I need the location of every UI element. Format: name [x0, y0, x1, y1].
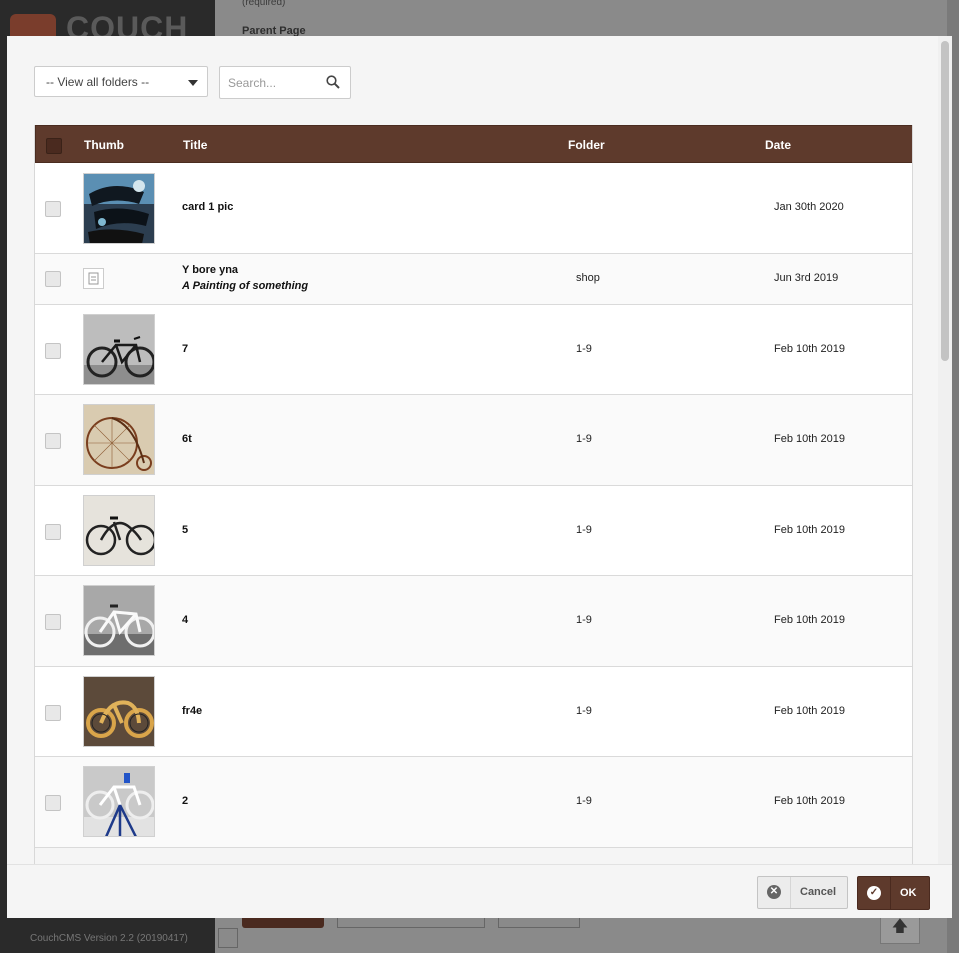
row-checkbox[interactable]: [45, 524, 61, 540]
menu-icon: [218, 928, 238, 948]
media-picker-modal: -- View all folders -- Thumb Title Folde…: [7, 36, 952, 918]
row-date: Feb 10th 2019: [774, 705, 845, 717]
modal-scrollbar[interactable]: [938, 36, 952, 864]
row-title[interactable]: Y bore yna: [182, 264, 238, 276]
row-checkbox[interactable]: [45, 795, 61, 811]
table-row[interactable]: 5 1-9 Feb 10th 2019: [35, 486, 912, 576]
thumbnail[interactable]: [83, 495, 155, 566]
background-button: [337, 918, 485, 928]
row-title[interactable]: 5: [182, 524, 188, 536]
ok-label: OK: [900, 887, 917, 899]
table-row[interactable]: Y bore yna A Painting of something shop …: [35, 254, 912, 305]
row-folder: 1-9: [576, 433, 592, 445]
thumbnail[interactable]: [83, 314, 155, 385]
close-circle-icon: ✕: [767, 885, 781, 899]
row-subtitle: A Painting of something: [182, 280, 309, 292]
select-all-checkbox[interactable]: [46, 138, 62, 154]
background-button: [498, 918, 580, 928]
search-input[interactable]: [220, 67, 328, 98]
ok-icon-box: ✓: [858, 877, 891, 909]
folder-select[interactable]: -- View all folders --: [34, 66, 208, 97]
column-title[interactable]: Title: [183, 138, 207, 152]
check-circle-icon: ✓: [867, 886, 881, 900]
modal-scrollbar-thumb[interactable]: [941, 41, 949, 361]
row-folder: shop: [576, 272, 600, 284]
row-checkbox[interactable]: [45, 433, 61, 449]
thumbnail[interactable]: [83, 585, 155, 656]
background-save-button: [242, 918, 324, 928]
ok-button[interactable]: ✓ OK: [857, 876, 930, 910]
row-folder: 1-9: [576, 614, 592, 626]
row-folder: 1-9: [576, 524, 592, 536]
table-row[interactable]: 2 1-9 Feb 10th 2019: [35, 757, 912, 848]
cancel-icon-box: ✕: [758, 877, 791, 908]
caret-down-icon: [188, 80, 198, 86]
row-date: Feb 10th 2019: [774, 524, 845, 536]
required-note: (required): [242, 0, 286, 8]
row-date: Feb 10th 2019: [774, 795, 845, 807]
row-date: Jan 30th 2020: [774, 201, 844, 213]
row-title[interactable]: 2: [182, 795, 188, 807]
row-checkbox[interactable]: [45, 201, 61, 217]
version-text: CouchCMS Version 2.2 (20190417): [30, 933, 188, 944]
row-folder: 1-9: [576, 343, 592, 355]
row-date: Feb 10th 2019: [774, 433, 845, 445]
table-row[interactable]: 4 1-9 Feb 10th 2019: [35, 576, 912, 667]
row-title[interactable]: 4: [182, 614, 188, 626]
thumbnail[interactable]: [83, 676, 155, 747]
thumbnail[interactable]: [83, 766, 155, 837]
cancel-label: Cancel: [800, 886, 837, 898]
modal-footer: ✕ Cancel ✓ OK: [7, 864, 952, 918]
row-checkbox[interactable]: [45, 343, 61, 359]
row-folder: 1-9: [576, 705, 592, 717]
row-title[interactable]: fr4e: [182, 705, 202, 717]
arrow-up-icon: 🡅: [891, 918, 909, 935]
column-thumb: Thumb: [84, 138, 124, 152]
row-title[interactable]: 7: [182, 343, 188, 355]
column-date[interactable]: Date: [765, 138, 791, 152]
folder-select-value: -- View all folders --: [46, 75, 150, 89]
row-checkbox[interactable]: [45, 705, 61, 721]
table-header: Thumb Title Folder Date: [35, 125, 912, 163]
row-checkbox[interactable]: [45, 614, 61, 630]
thumbnail[interactable]: [83, 173, 155, 244]
search-box: [219, 66, 351, 99]
thumbnail[interactable]: [83, 404, 155, 475]
row-date: Feb 10th 2019: [774, 614, 845, 626]
row-title[interactable]: card 1 pic: [182, 201, 233, 213]
row-checkbox[interactable]: [45, 271, 61, 287]
row-date: Jun 3rd 2019: [774, 272, 839, 284]
table-row[interactable]: 7 1-9 Feb 10th 2019: [35, 305, 912, 395]
row-title[interactable]: 6t: [182, 433, 192, 445]
table-row[interactable]: 6t 1-9 Feb 10th 2019: [35, 395, 912, 486]
media-table: Thumb Title Folder Date card 1 pic Jan 3…: [34, 125, 913, 864]
file-placeholder-icon[interactable]: [83, 268, 104, 289]
row-folder: 1-9: [576, 795, 592, 807]
row-date: Feb 10th 2019: [774, 343, 845, 355]
cancel-button[interactable]: ✕ Cancel: [757, 876, 848, 909]
table-row[interactable]: card 1 pic Jan 30th 2020: [35, 163, 912, 254]
column-folder[interactable]: Folder: [568, 138, 605, 152]
table-row[interactable]: fr4e 1-9 Feb 10th 2019: [35, 667, 912, 757]
search-icon[interactable]: [326, 75, 340, 89]
